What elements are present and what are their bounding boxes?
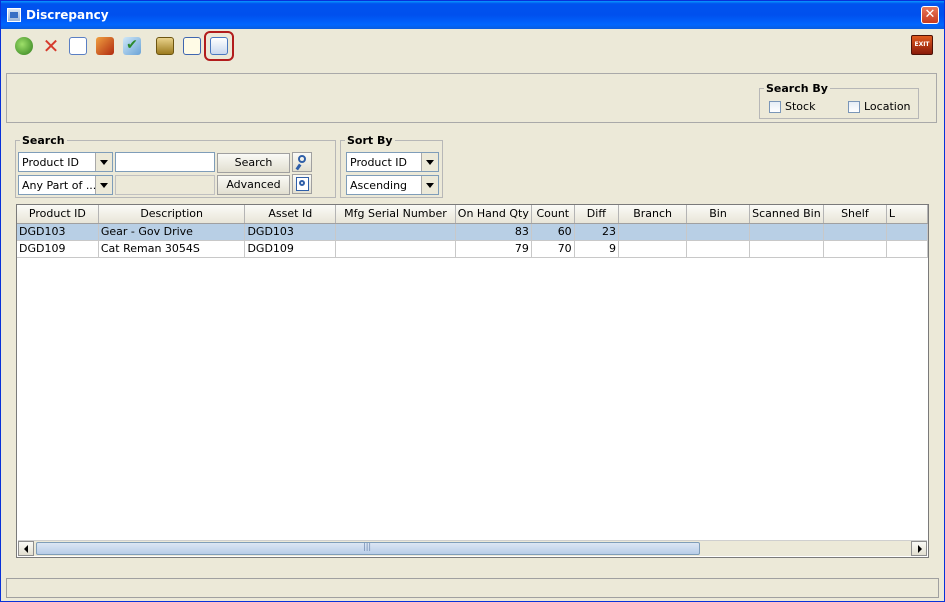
stock-checkbox-label: Stock — [785, 100, 816, 113]
table-cell[interactable] — [686, 240, 750, 258]
column-header[interactable]: Branch — [618, 205, 688, 224]
table-cell[interactable]: DGD109 — [17, 240, 99, 258]
table-cell[interactable] — [886, 240, 928, 258]
sort-order-value: Ascending — [350, 179, 408, 192]
horizontal-scrollbar[interactable] — [18, 540, 927, 556]
table-cell[interactable] — [823, 240, 887, 258]
column-header[interactable]: Shelf — [823, 205, 887, 224]
report-icon — [156, 37, 174, 55]
scrollbar-thumb[interactable] — [36, 542, 700, 555]
report-button[interactable] — [154, 35, 176, 57]
column-header[interactable]: Asset Id — [244, 205, 337, 224]
app-icon — [7, 8, 21, 22]
print-button[interactable] — [204, 31, 234, 61]
notes-button[interactable] — [181, 35, 203, 57]
table-cell[interactable]: 70 — [531, 240, 575, 258]
scan-button[interactable] — [94, 35, 116, 57]
column-header[interactable]: On Hand Qty — [455, 205, 532, 224]
search-legend: Search — [22, 134, 65, 147]
sort-field-value: Product ID — [350, 156, 407, 169]
column-header[interactable]: Count — [531, 205, 575, 224]
top-panel: Search By Stock Location — [6, 73, 937, 123]
stock-checkbox[interactable]: Stock — [769, 100, 815, 113]
discrepancy-window: Discrepancy ✕ ✕ ✔ EXIT Search By Stock L… — [0, 0, 945, 602]
exit-button[interactable]: EXIT — [911, 35, 933, 55]
table-cell[interactable]: DGD103 — [17, 223, 99, 241]
advanced-button[interactable]: Advanced — [217, 175, 290, 195]
print-preview-button[interactable] — [67, 35, 89, 57]
data-table: Product ID Description Asset Id Mfg Seri… — [17, 205, 928, 258]
print-preview-icon — [69, 37, 87, 55]
table-cell[interactable]: 79 — [455, 240, 532, 258]
table-cell[interactable] — [823, 223, 887, 241]
search-icon-button[interactable] — [292, 152, 312, 172]
table-cell[interactable]: DGD103 — [244, 223, 337, 241]
toolbar: ✕ ✔ EXIT — [2, 29, 943, 67]
table-cell[interactable]: DGD109 — [244, 240, 337, 258]
close-button[interactable]: ✕ — [921, 6, 939, 24]
sort-field-select[interactable]: Product ID — [346, 152, 439, 172]
scroll-right-button[interactable] — [911, 541, 927, 556]
chevron-down-icon[interactable] — [95, 176, 112, 194]
location-checkbox-box[interactable] — [848, 100, 860, 113]
location-checkbox[interactable]: Location — [848, 100, 911, 113]
chevron-down-icon[interactable] — [95, 153, 112, 171]
column-header[interactable]: Diff — [574, 205, 620, 224]
delete-button[interactable]: ✕ — [40, 35, 62, 57]
table-cell[interactable] — [335, 240, 456, 258]
column-header[interactable]: Mfg Serial Number — [335, 205, 456, 224]
column-header[interactable]: Product ID — [17, 205, 99, 224]
notes-icon — [183, 37, 201, 55]
search-field-value: Product ID — [22, 156, 79, 169]
scroll-left-button[interactable] — [18, 541, 34, 556]
match-type-select[interactable]: Any Part of ... — [18, 175, 113, 195]
column-header[interactable]: Description — [98, 205, 246, 224]
table-cell[interactable]: 9 — [574, 240, 620, 258]
stock-checkbox-box[interactable] — [769, 100, 781, 113]
check-icon: ✔ — [123, 37, 141, 55]
title-bar: Discrepancy ✕ — [1, 1, 944, 29]
column-header[interactable]: Scanned Bin — [749, 205, 824, 224]
table-cell[interactable]: Gear - Gov Drive — [98, 223, 246, 241]
chevron-down-icon[interactable] — [421, 176, 438, 194]
table-cell[interactable]: 60 — [531, 223, 575, 241]
table-cell[interactable] — [335, 223, 456, 241]
table-cell[interactable] — [618, 223, 688, 241]
sort-by-legend: Sort By — [347, 134, 393, 147]
table-cell[interactable] — [749, 240, 824, 258]
column-header[interactable]: L — [886, 205, 928, 224]
search-icon — [298, 155, 306, 163]
scan-icon — [96, 37, 114, 55]
table-cell[interactable] — [618, 240, 688, 258]
print-icon — [210, 37, 228, 55]
search-input[interactable] — [115, 152, 215, 172]
chevron-down-icon[interactable] — [421, 153, 438, 171]
check-button[interactable]: ✔ — [121, 35, 143, 57]
match-type-value: Any Part of ... — [22, 179, 97, 192]
delete-icon: ✕ — [42, 34, 60, 58]
search-field-select[interactable]: Product ID — [18, 152, 113, 172]
search-button[interactable]: Search — [217, 153, 290, 173]
secondary-search-input — [115, 175, 215, 195]
window-title: Discrepancy — [26, 8, 109, 22]
table-row[interactable]: DGD109 Cat Reman 3054S DGD109 79 70 9 — [17, 240, 928, 258]
location-checkbox-label: Location — [864, 100, 911, 113]
table-row[interactable]: DGD103 Gear - Gov Drive DGD103 83 60 23 — [17, 223, 928, 241]
refresh-icon — [15, 37, 33, 55]
advanced-search-icon-button[interactable] — [292, 174, 312, 194]
table-cell[interactable] — [686, 223, 750, 241]
discrepancy-table: Product ID Description Asset Id Mfg Seri… — [16, 204, 929, 558]
refresh-button[interactable] — [13, 35, 35, 57]
table-cell[interactable]: 83 — [455, 223, 532, 241]
table-cell[interactable]: Cat Reman 3054S — [98, 240, 246, 258]
table-header-row: Product ID Description Asset Id Mfg Seri… — [17, 205, 928, 224]
column-header[interactable]: Bin — [686, 205, 750, 224]
table-cell[interactable] — [886, 223, 928, 241]
status-bar — [6, 578, 939, 598]
sort-order-select[interactable]: Ascending — [346, 175, 439, 195]
table-cell[interactable] — [749, 223, 824, 241]
search-by-legend: Search By — [766, 82, 828, 95]
table-cell[interactable]: 23 — [574, 223, 620, 241]
